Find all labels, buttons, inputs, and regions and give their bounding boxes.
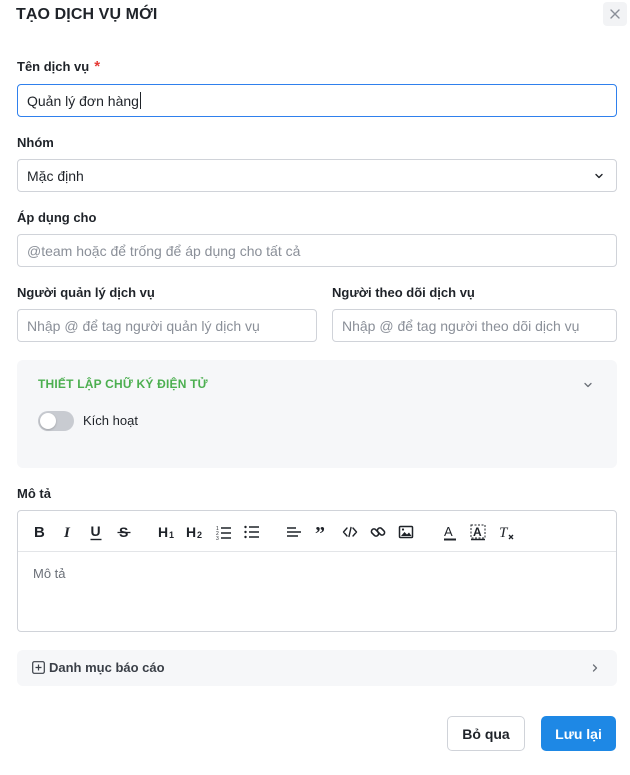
svg-text:3: 3	[216, 536, 219, 540]
apply-to-placeholder: @team hoặc để trống để áp dụng cho tất c…	[27, 242, 301, 259]
managers-placeholder: Nhập @ để tag người quản lý dịch vụ	[27, 317, 260, 334]
svg-text:I: I	[63, 525, 71, 540]
image-button[interactable]	[398, 522, 414, 542]
svg-text:A: A	[473, 525, 482, 539]
editor-toolbar: B I U S H1 H2 123 ” A A T	[18, 511, 616, 552]
followers-label: Người theo dõi dịch vụ	[332, 285, 475, 300]
svg-text:2: 2	[197, 530, 202, 540]
svg-text:T: T	[499, 525, 509, 541]
description-placeholder[interactable]: Mô tả	[33, 566, 66, 581]
modal-title: TẠO DỊCH VỤ MỚI	[16, 6, 158, 23]
chevron-right-icon	[592, 664, 598, 672]
managers-input[interactable]: Nhập @ để tag người quản lý dịch vụ	[17, 309, 317, 342]
code-icon	[342, 526, 358, 538]
chevron-down-icon[interactable]	[583, 380, 593, 390]
clear-format-icon: T	[499, 525, 514, 541]
apply-to-label: Áp dụng cho	[17, 210, 97, 225]
svg-text:U: U	[91, 524, 101, 539]
followers-input[interactable]: Nhập @ để tag người theo dõi dịch vụ	[332, 309, 617, 342]
esign-panel: THIẾT LẬP CHỮ KÝ ĐIỆN TỬ Kích hoạt	[17, 360, 617, 468]
clear-format-button[interactable]: T	[498, 522, 514, 542]
svg-text:H: H	[186, 524, 196, 540]
strikethrough-icon: S	[117, 524, 131, 540]
bullet-list-icon	[244, 525, 259, 539]
text-cursor	[139, 92, 141, 109]
link-button[interactable]	[370, 522, 386, 542]
bullet-list-button[interactable]	[244, 522, 260, 542]
save-button[interactable]: Lưu lại	[541, 716, 616, 751]
highlight-button[interactable]: A	[470, 522, 486, 542]
svg-text:H: H	[158, 524, 168, 540]
close-icon	[610, 9, 620, 19]
ordered-list-button[interactable]: 123	[216, 522, 232, 542]
heading-2-icon: H2	[186, 524, 202, 540]
link-icon	[370, 527, 386, 537]
text-color-button[interactable]: A	[442, 522, 458, 542]
svg-text:B: B	[34, 524, 45, 540]
followers-placeholder: Nhập @ để tag người theo dõi dịch vụ	[342, 317, 580, 334]
quote-button[interactable]: ”	[314, 522, 330, 542]
group-label: Nhóm	[17, 135, 54, 150]
cancel-button[interactable]: Bỏ qua	[447, 716, 525, 751]
description-editor: B I U S H1 H2 123 ” A A T Mô tả	[17, 510, 617, 632]
ordered-list-icon: 123	[216, 526, 231, 540]
svg-text:”: ”	[315, 524, 325, 540]
underline-button[interactable]: U	[88, 522, 104, 542]
heading-1-icon: H1	[158, 524, 174, 540]
align-left-icon	[287, 527, 301, 537]
toggle-knob	[40, 413, 56, 429]
quote-icon: ”	[315, 524, 325, 540]
required-mark: *	[94, 58, 101, 75]
align-button[interactable]	[286, 522, 302, 542]
heading-1-button[interactable]: H1	[158, 522, 176, 542]
managers-label: Người quản lý dịch vụ	[17, 285, 155, 300]
svg-text:A: A	[444, 524, 453, 539]
service-name-label: Tên dịch vụ *	[17, 58, 101, 75]
text-color-icon: A	[444, 524, 456, 540]
code-button[interactable]	[342, 522, 358, 542]
close-button[interactable]	[603, 2, 627, 26]
chevron-down-icon	[595, 173, 603, 179]
group-selected-value: Mặc định	[27, 167, 84, 184]
plus-square-icon	[32, 661, 45, 674]
report-category-row[interactable]: Danh mục báo cáo	[17, 650, 617, 686]
apply-to-input[interactable]: @team hoặc để trống để áp dụng cho tất c…	[17, 234, 617, 267]
report-category-label: Danh mục báo cáo	[49, 660, 165, 675]
italic-button[interactable]: I	[60, 522, 76, 542]
esign-toggle[interactable]	[38, 411, 74, 431]
italic-icon: I	[63, 525, 71, 540]
bold-icon: B	[34, 524, 45, 540]
heading-2-button[interactable]: H2	[186, 522, 204, 542]
description-label: Mô tả	[17, 486, 51, 501]
svg-text:1: 1	[169, 530, 174, 540]
service-name-input[interactable]: Quản lý đơn hàng	[17, 84, 617, 117]
underline-icon: U	[90, 524, 102, 540]
highlight-icon: A	[470, 524, 486, 540]
group-select[interactable]: Mặc định	[17, 159, 617, 192]
image-icon	[398, 525, 414, 539]
esign-toggle-label: Kích hoạt	[83, 413, 138, 428]
esign-title[interactable]: THIẾT LẬP CHỮ KÝ ĐIỆN TỬ	[38, 377, 208, 391]
strikethrough-button[interactable]: S	[116, 522, 132, 542]
bold-button[interactable]: B	[32, 522, 48, 542]
